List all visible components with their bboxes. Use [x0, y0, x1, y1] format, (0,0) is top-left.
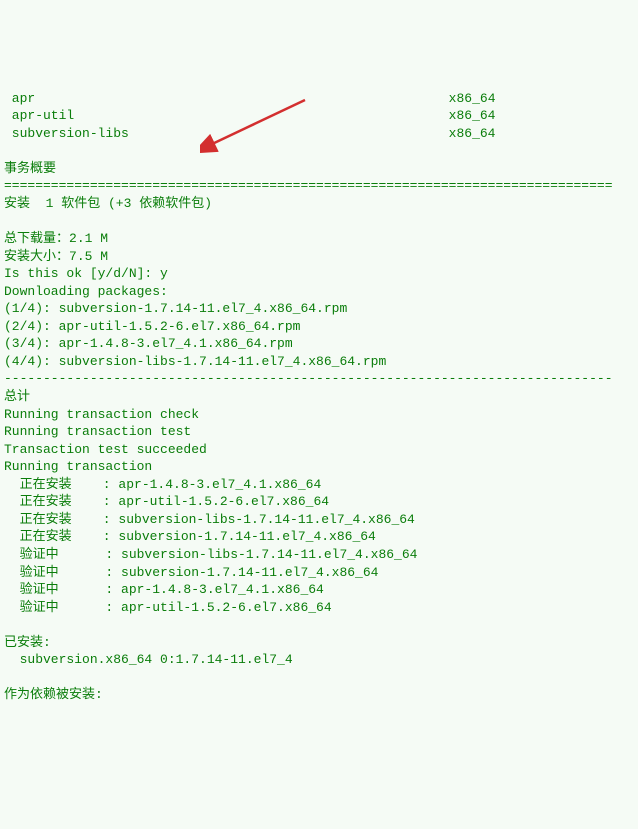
terminal-output: apr x86_64 apr-util x86_64 subversion-li… — [0, 70, 638, 706]
tx-test: Running transaction test — [4, 424, 191, 439]
verify-step: 验证中 : apr-util-1.5.2-6.el7.x86_64 — [4, 600, 332, 615]
installed-label: 已安装: — [4, 635, 51, 650]
install-step: 正在安装 : apr-util-1.5.2-6.el7.x86_64 — [4, 494, 329, 509]
package-line: (2/4): apr-util-1.5.2-6.el7.x86_64.rpm — [4, 319, 300, 334]
confirm-prompt: Is this ok [y/d/N]: — [4, 266, 160, 281]
package-line: (4/4): subversion-libs-1.7.14-11.el7_4.x… — [4, 354, 386, 369]
dep-installed-label: 作为依赖被安装: — [4, 687, 103, 702]
verify-step: 验证中 : subversion-1.7.14-11.el7_4.x86_64 — [4, 565, 378, 580]
dep-row-pkg: subversion-libs — [4, 126, 129, 141]
package-line: (3/4): apr-1.4.8-3.el7_4.1.x86_64.rpm — [4, 336, 293, 351]
verify-step: 验证中 : apr-1.4.8-3.el7_4.1.x86_64 — [4, 582, 324, 597]
download-size-value: 2.1 M — [69, 231, 108, 246]
verify-step: 验证中 : subversion-libs-1.7.14-11.el7_4.x8… — [4, 547, 417, 562]
total-label: 总计 — [4, 389, 30, 404]
install-step: 正在安装 : apr-1.4.8-3.el7_4.1.x86_64 — [4, 477, 321, 492]
installed-package: subversion.x86_64 0:1.7.14-11.el7_4 — [4, 652, 293, 667]
download-size-label: 总下载量： — [4, 231, 69, 246]
install-step: 正在安装 : subversion-1.7.14-11.el7_4.x86_64 — [4, 529, 376, 544]
install-size-value: 7.5 M — [69, 249, 108, 264]
dep-row-pkg: apr — [4, 91, 35, 106]
tx-test-ok: Transaction test succeeded — [4, 442, 207, 457]
divider: ========================================… — [4, 178, 613, 193]
confirm-answer[interactable]: y — [160, 266, 168, 281]
dep-row-pkg: apr-util — [4, 108, 74, 123]
install-size-label: 安装大小： — [4, 249, 69, 264]
dep-row-arch: x86_64 — [74, 108, 495, 123]
install-summary: 安装 1 软件包 (+3 依赖软件包) — [4, 196, 212, 211]
tx-run: Running transaction — [4, 459, 152, 474]
install-step: 正在安装 : subversion-libs-1.7.14-11.el7_4.x… — [4, 512, 415, 527]
downloading-label: Downloading packages: — [4, 284, 168, 299]
tx-check: Running transaction check — [4, 407, 199, 422]
package-line: (1/4): subversion-1.7.14-11.el7_4.x86_64… — [4, 301, 347, 316]
section-title: 事务概要 — [4, 161, 56, 176]
divider-dash: ----------------------------------------… — [4, 371, 613, 386]
dep-row-arch: x86_64 — [129, 126, 496, 141]
dep-row-arch: x86_64 — [35, 91, 495, 106]
